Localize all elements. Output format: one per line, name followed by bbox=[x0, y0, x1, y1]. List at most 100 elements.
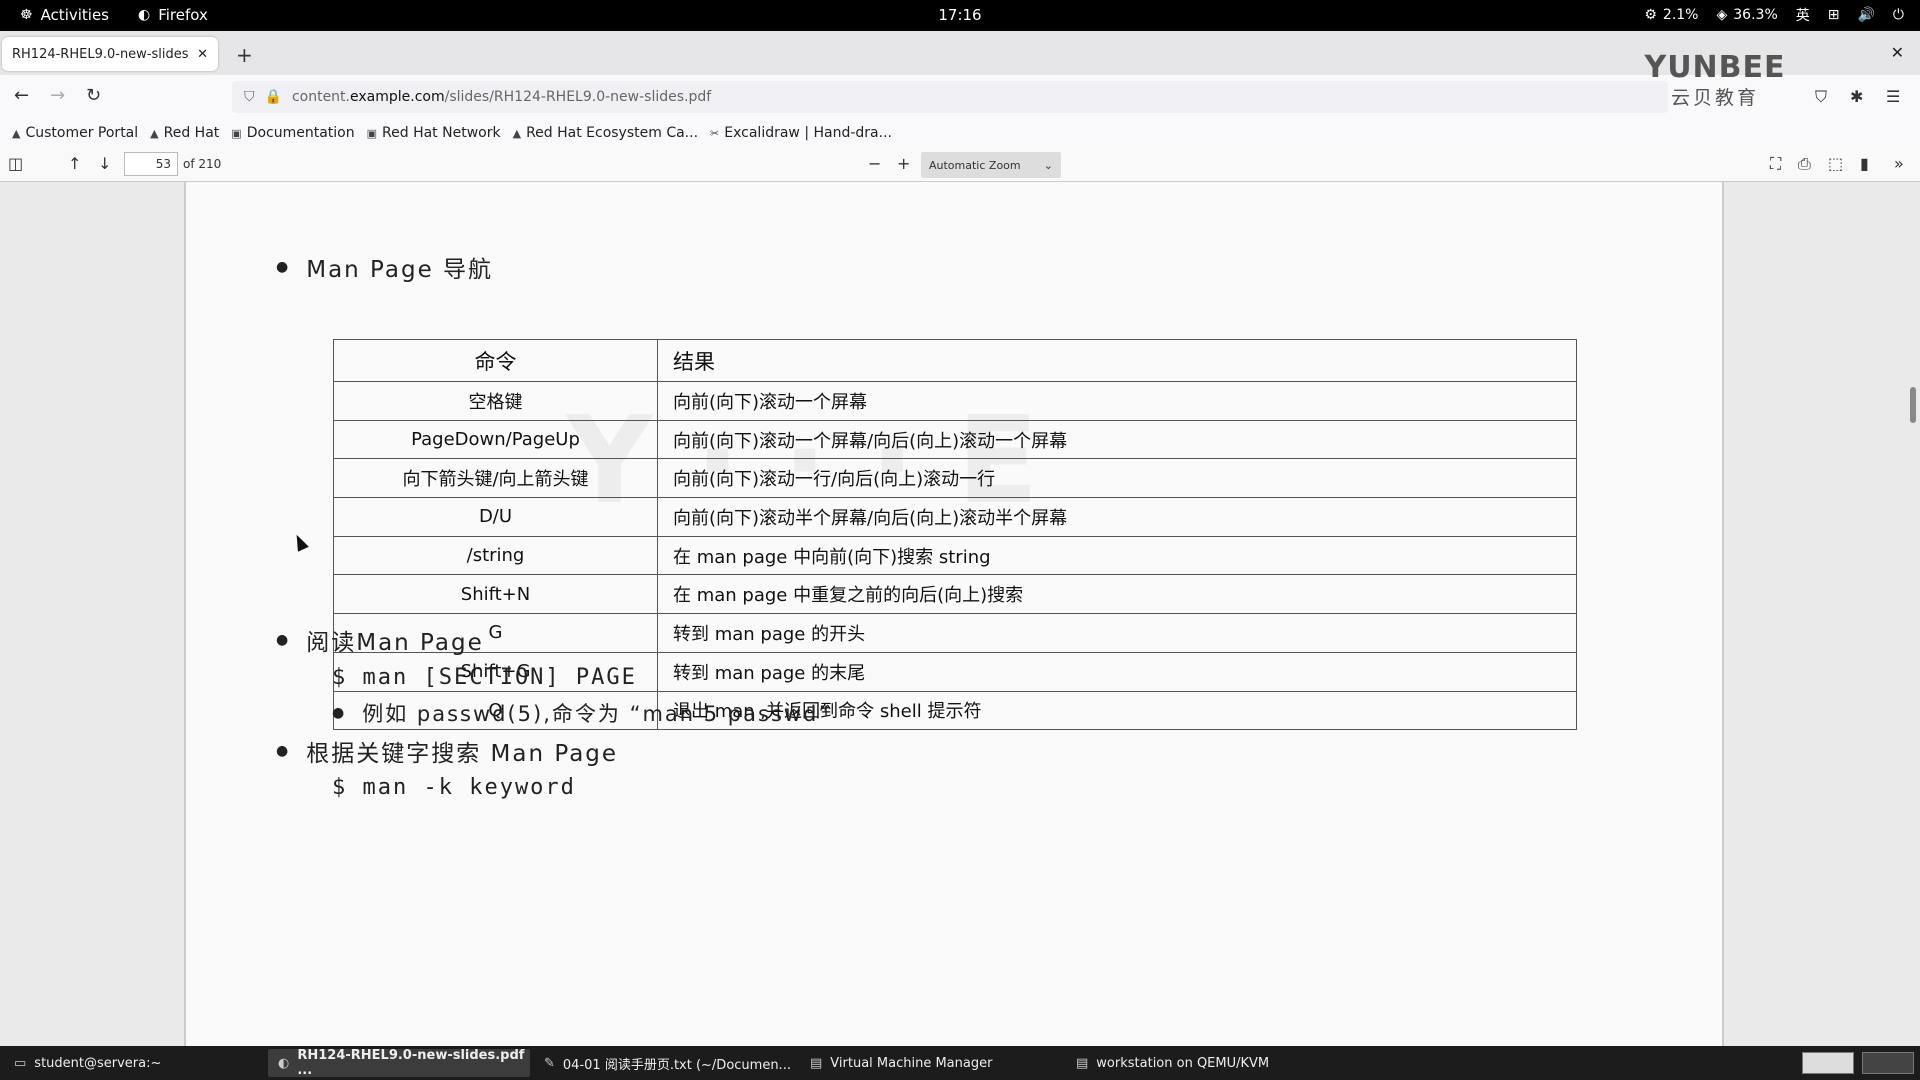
input-method-indicator[interactable]: 英 bbox=[1796, 5, 1810, 25]
bookmark-red-hat-network[interactable]: ▣ Red Hat Network bbox=[367, 125, 501, 141]
presentation-mode-icon[interactable]: ⛶ bbox=[1770, 154, 1781, 174]
redhat-icon: ▲ bbox=[150, 126, 159, 140]
table-header: 命令 结果 bbox=[333, 339, 1577, 382]
forward-icon[interactable]: → bbox=[50, 85, 65, 106]
volume-icon[interactable]: 🔊 bbox=[1857, 8, 1874, 22]
memory-monitor[interactable]: ◈ 36.3% bbox=[1716, 7, 1777, 23]
header-result: 结果 bbox=[657, 339, 1577, 382]
url-bar[interactable]: ⛉ 🔒 content.example.com/slides/RH124-RHE… bbox=[232, 81, 1668, 113]
tools-icon[interactable]: » bbox=[1894, 154, 1904, 173]
gnome-top-bar: ☸ Activities ◐ Firefox 17:16 ⚙ 2.1% ◈ 36… bbox=[0, 0, 1920, 31]
task-text-editor[interactable]: ✎ 04-01 阅读手册页.txt (~/Documen... bbox=[534, 1049, 796, 1077]
clock[interactable]: 17:16 bbox=[938, 6, 981, 24]
gnome-foot-icon: ☸ bbox=[20, 7, 33, 23]
firefox-icon: ◐ bbox=[278, 1055, 290, 1071]
result-cell: 向前(向下)滚动一个屏幕/向后(向上)滚动一个屏幕 bbox=[657, 419, 1577, 460]
zoom-out-icon[interactable]: − bbox=[868, 154, 881, 173]
lock-icon[interactable]: 🔒 bbox=[265, 89, 282, 105]
close-window-icon[interactable]: ✕ bbox=[1891, 43, 1904, 62]
pdf-viewer[interactable]: Y · · · E ● Man Page 导航 命令 结果 空格键 向前(向下)滚… bbox=[0, 182, 1920, 1046]
table-row: G 转到 man page 的开头 bbox=[333, 613, 1577, 653]
bullet-keyword-search: ● 根据关键字搜索 Man Page bbox=[276, 734, 618, 768]
back-icon[interactable]: ← bbox=[14, 85, 29, 106]
zoom-value: Automatic Zoom bbox=[929, 158, 1021, 172]
cpu-monitor[interactable]: ⚙ 2.1% bbox=[1644, 7, 1698, 23]
task-label: Virtual Machine Manager bbox=[830, 1055, 993, 1071]
power-icon[interactable]: ⏻ bbox=[1893, 8, 1904, 22]
activities-label: Activities bbox=[40, 6, 109, 24]
sidebar-toggle-icon[interactable]: ◫ bbox=[8, 154, 23, 173]
terminal-icon: ▭ bbox=[14, 1055, 27, 1071]
workspace-2[interactable] bbox=[1862, 1052, 1914, 1074]
bookmark-documentation[interactable]: ▣ Documentation bbox=[231, 125, 354, 141]
app-menu[interactable]: ◐ Firefox bbox=[138, 6, 208, 24]
result-cell: 向前(向下)滚动半个屏幕/向后(向上)滚动半个屏幕 bbox=[657, 497, 1577, 537]
task-vm-console[interactable]: ▤ workstation on QEMU/KVM bbox=[1066, 1049, 1328, 1077]
result-cell: 向前(向下)滚动一行/向后(向上)滚动一行 bbox=[657, 458, 1577, 499]
bookmark-ecosystem[interactable]: ▲ Red Hat Ecosystem Ca... bbox=[513, 125, 698, 141]
vm-console-icon: ▤ bbox=[1076, 1055, 1089, 1071]
next-page-icon[interactable]: ↓ bbox=[98, 154, 111, 173]
memory-icon: ◈ bbox=[1716, 7, 1728, 23]
task-firefox[interactable]: ◐ RH124-RHEL9.0-new-slides.pdf ... bbox=[268, 1048, 530, 1078]
extension-icon[interactable]: ✱ bbox=[1850, 87, 1863, 106]
window-list-taskbar: ▭ student@servera:~ ◐ RH124-RHEL9.0-new-… bbox=[0, 1046, 1920, 1080]
bullet-dot: ● bbox=[276, 632, 291, 648]
command-man-k: $ man -k keyword bbox=[332, 775, 576, 800]
table-row: PageDown/PageUp 向前(向下)滚动一个屏幕/向后(向上)滚动一个屏幕 bbox=[333, 419, 1577, 460]
shield-icon[interactable]: ⛉ bbox=[244, 89, 255, 105]
cmd-cell: 空格键 bbox=[333, 381, 658, 421]
activities-button[interactable]: ☸ Activities bbox=[20, 6, 109, 24]
page-number-input[interactable]: 53 bbox=[124, 152, 178, 176]
save-icon[interactable]: ⬚ bbox=[1828, 154, 1843, 173]
network-bookmark-icon: ▣ bbox=[366, 126, 378, 140]
cpu-icon: ⚙ bbox=[1644, 7, 1657, 23]
zoom-in-icon[interactable]: + bbox=[897, 154, 910, 173]
close-tab-icon[interactable]: ✕ bbox=[197, 47, 208, 62]
url-host: example.com bbox=[350, 89, 445, 105]
workspace-1[interactable] bbox=[1802, 1052, 1854, 1074]
result-cell: 转到 man page 的末尾 bbox=[657, 651, 1577, 692]
cmd-cell: 向下箭头键/向上箭头键 bbox=[333, 458, 658, 499]
bookmark-customer-portal[interactable]: ▲ Customer Portal bbox=[12, 125, 138, 141]
pdf-toolbar: ◫ ↑ ↓ 53 of 210 − + Automatic Zoom ⌄ ⛶ ⎙… bbox=[0, 147, 1920, 182]
bullet-dot: ● bbox=[276, 259, 291, 275]
bookmark-excalidraw[interactable]: ✂ Excalidraw | Hand-dra... bbox=[710, 125, 892, 141]
logo-english: YUNBEE bbox=[1644, 50, 1786, 85]
task-label: student@servera:~ bbox=[34, 1055, 162, 1071]
cmd-cell: D/U bbox=[333, 497, 658, 537]
task-label: RH124-RHEL9.0-new-slides.pdf ... bbox=[297, 1048, 525, 1078]
tab-strip: RH124-RHEL9.0-new-slides.p ✕ + ✕ bbox=[0, 31, 1920, 75]
cmd-cell: Shift+N bbox=[333, 574, 658, 615]
example-text: 例如 passwd(5),命令为 “man 5 passwd” bbox=[362, 702, 832, 726]
new-tab-icon[interactable]: + bbox=[236, 43, 253, 67]
bullet-man-page-nav: ● Man Page 导航 bbox=[276, 250, 493, 284]
bookmark-icon[interactable]: ▮ bbox=[1860, 154, 1869, 173]
previous-page-icon[interactable]: ↑ bbox=[68, 154, 81, 173]
print-icon[interactable]: ⎙ bbox=[1798, 154, 1811, 174]
cmd-cell: PageDown/PageUp bbox=[333, 419, 658, 460]
tab-pdf[interactable]: RH124-RHEL9.0-new-slides.p ✕ bbox=[2, 37, 218, 71]
scrollbar-thumb[interactable] bbox=[1910, 387, 1916, 423]
task-terminal[interactable]: ▭ student@servera:~ bbox=[4, 1049, 264, 1077]
cmd-cell: /string bbox=[333, 535, 658, 576]
table-row: D/U 向前(向下)滚动半个屏幕/向后(向上)滚动半个屏幕 bbox=[333, 497, 1577, 537]
url-path: /slides/RH124-RHEL9.0-new-slides.pdf bbox=[444, 89, 712, 105]
section-title: Man Page 导航 bbox=[306, 257, 494, 283]
section-title: 根据关键字搜索 Man Page bbox=[306, 741, 619, 767]
tab-title: RH124-RHEL9.0-new-slides.p bbox=[12, 46, 190, 62]
reload-icon[interactable]: ↻ bbox=[86, 85, 101, 106]
nav-bar: ← → ↻ ⛉ 🔒 content.example.com/slides/RH1… bbox=[0, 75, 1920, 119]
bookmark-red-hat[interactable]: ▲ Red Hat bbox=[150, 125, 219, 141]
bullet-dot: ● bbox=[332, 705, 347, 721]
task-virt-manager[interactable]: ▤ Virtual Machine Manager bbox=[800, 1049, 1062, 1077]
command-man-section: $ man [SECTION] PAGE bbox=[332, 665, 637, 690]
pdf-page: Y · · · E ● Man Page 导航 命令 结果 空格键 向前(向下)滚… bbox=[184, 182, 1724, 1046]
doc-icon: ▣ bbox=[231, 126, 242, 140]
text-editor-icon: ✎ bbox=[544, 1055, 555, 1071]
system-tray: ⚙ 2.1% ◈ 36.3% 英 ⊞ 🔊 ⏻ bbox=[1644, 5, 1904, 25]
pocket-icon[interactable]: ⛉ bbox=[1815, 87, 1827, 107]
network-icon[interactable]: ⊞ bbox=[1828, 8, 1840, 22]
menu-icon[interactable]: ☰ bbox=[1886, 87, 1900, 106]
zoom-select[interactable]: Automatic Zoom ⌄ bbox=[921, 152, 1061, 178]
